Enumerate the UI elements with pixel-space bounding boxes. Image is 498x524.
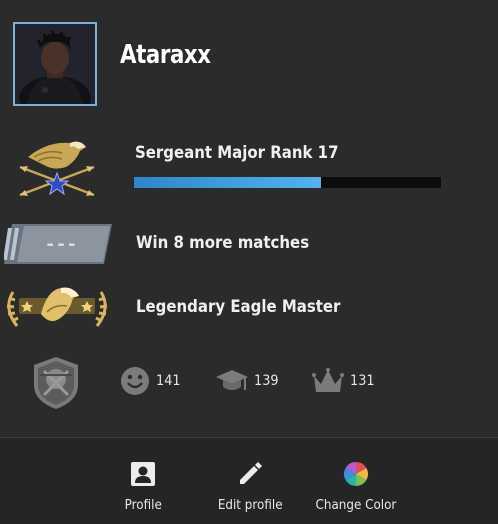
change-color-button-label: Change Color — [315, 498, 397, 513]
crown-icon — [312, 368, 344, 392]
profile-footer-toolbar: Profile Edit profile Change Color — [0, 437, 498, 524]
service-medal-icon — [34, 357, 78, 409]
eagle-rank-icon — [19, 141, 95, 197]
edit-profile-button[interactable]: Edit profile — [210, 438, 290, 524]
xp-progress-fill — [134, 177, 322, 188]
pencil-icon — [240, 462, 262, 484]
smiley-icon — [121, 367, 149, 395]
stat-friendly-value: 141 — [156, 373, 181, 389]
stat-leader: 131 — [312, 366, 377, 396]
profile-panel: Ataraxx Sergeant Major Rank 17 --- Win 8… — [0, 0, 498, 437]
change-color-button[interactable]: Change Color — [308, 438, 404, 524]
unranked-placeholder: --- — [45, 234, 78, 255]
rank-title: Sergeant Major Rank 17 — [135, 143, 339, 163]
avatar[interactable] — [13, 22, 97, 106]
color-wheel-icon — [343, 462, 369, 486]
legendary-eagle-master-icon — [6, 287, 108, 327]
avatar-image — [15, 24, 95, 104]
edit-profile-button-label: Edit profile — [217, 498, 283, 513]
graduation-cap-icon — [216, 370, 248, 390]
stat-teacher-value: 139 — [254, 373, 279, 389]
xp-progress-bar — [134, 177, 441, 188]
skill-group-name: Legendary Eagle Master — [136, 297, 341, 317]
unranked-badge-icon: --- — [4, 224, 112, 264]
wins-needed-text: Win 8 more matches — [136, 233, 310, 253]
stat-friendly: 141 — [120, 366, 183, 396]
profile-button-label: Profile — [124, 498, 162, 513]
username: Ataraxx — [120, 40, 211, 70]
profile-card-icon — [131, 462, 155, 486]
profile-button[interactable]: Profile — [113, 438, 173, 524]
stat-teacher: 139 — [216, 366, 281, 396]
stat-leader-value: 131 — [350, 373, 375, 389]
